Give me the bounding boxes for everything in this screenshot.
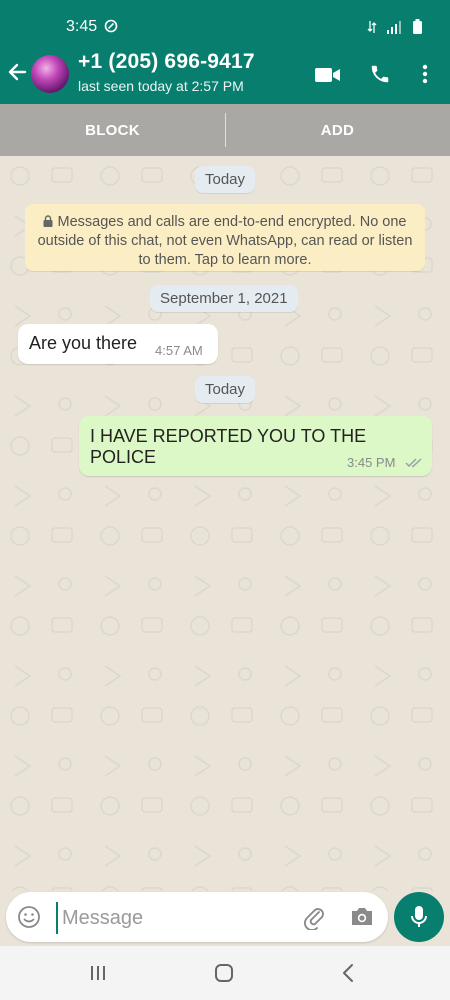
emoji-icon[interactable]	[17, 905, 41, 929]
status-icons	[367, 19, 422, 34]
back-arrow-icon[interactable]	[7, 60, 27, 84]
battery-icon	[413, 19, 422, 34]
chat-area[interactable]: Today Messages and calls are end-to-end …	[0, 156, 450, 891]
encryption-notice[interactable]: Messages and calls are end-to-end encryp…	[25, 204, 425, 271]
message-text: Are you there	[29, 333, 138, 353]
link-icon	[104, 19, 118, 33]
more-options-icon[interactable]	[421, 64, 429, 84]
encryption-notice-text: Messages and calls are end-to-end encryp…	[37, 214, 413, 268]
attach-paperclip-icon[interactable]	[302, 904, 326, 930]
status-time: 3:45	[66, 18, 98, 35]
voice-call-icon[interactable]	[369, 63, 391, 85]
recent-apps-icon[interactable]	[89, 964, 107, 982]
last-seen-status: last seen today at 2:57 PM	[78, 78, 244, 94]
home-icon[interactable]	[214, 963, 234, 983]
actions-divider	[225, 113, 226, 147]
data-transfer-icon	[367, 21, 377, 33]
back-nav-icon[interactable]	[341, 963, 355, 983]
microphone-icon	[411, 906, 427, 927]
message-time: 3:45 PM	[347, 455, 396, 470]
contact-avatar[interactable]	[31, 55, 69, 93]
outgoing-message[interactable]: I HAVE REPORTED YOU TO THE POLICE 3:45 P…	[79, 416, 432, 476]
signal-icon	[387, 21, 401, 34]
video-call-icon[interactable]	[315, 66, 341, 84]
block-button[interactable]: BLOCK	[0, 104, 225, 156]
message-input[interactable]	[56, 902, 294, 934]
date-chip: September 1, 2021	[150, 285, 298, 312]
message-composer	[6, 892, 388, 942]
message-time: 4:57 AM	[155, 343, 203, 358]
lock-icon	[43, 215, 53, 227]
date-chip: Today	[195, 376, 256, 403]
incoming-message[interactable]: Are you there 4:57 AM	[18, 324, 218, 364]
system-navigation-bar	[0, 946, 450, 1000]
date-chip: Today	[195, 166, 256, 193]
add-contact-button[interactable]: ADD	[225, 104, 450, 156]
chat-header: 3:45 +1 (205) 696-9417 last seen today a…	[0, 0, 450, 104]
camera-icon[interactable]	[350, 906, 374, 927]
contact-name[interactable]: +1 (205) 696-9417	[78, 50, 255, 74]
delivered-double-check-icon	[405, 458, 422, 468]
voice-record-button[interactable]	[394, 892, 444, 942]
